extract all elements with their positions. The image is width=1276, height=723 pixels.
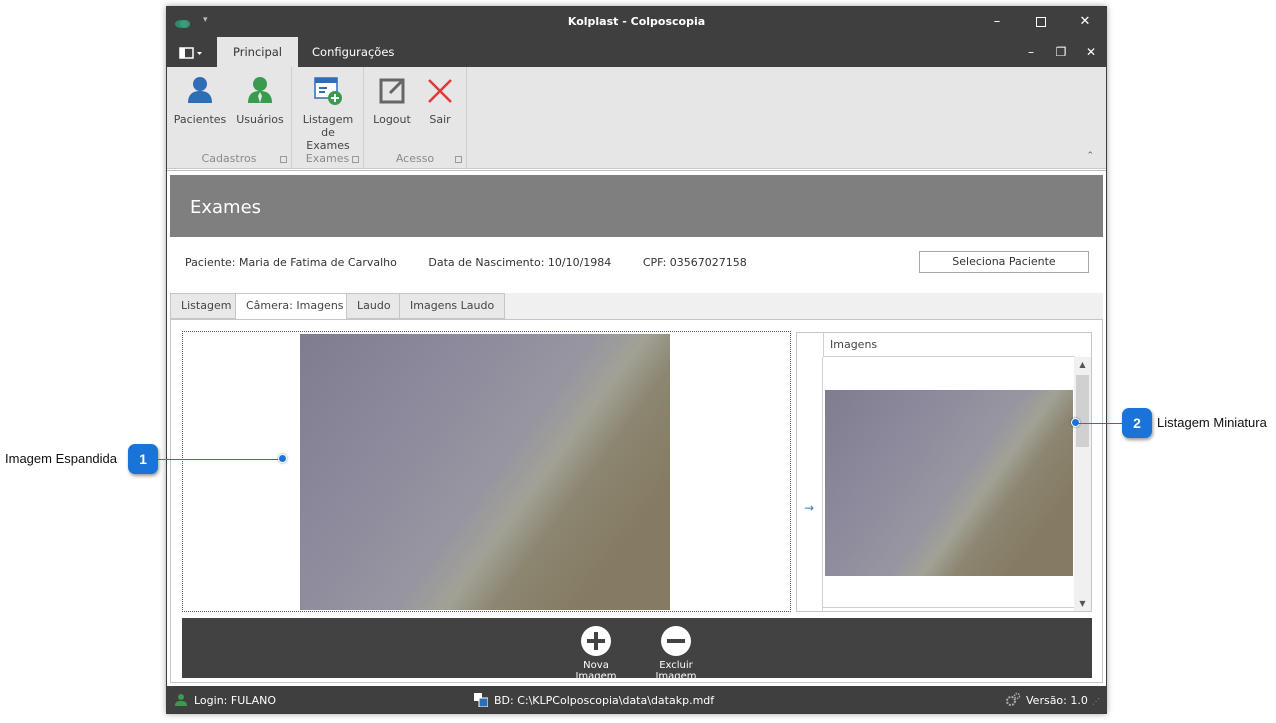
login-status: Login: FULANO [194,694,277,707]
version-label: Versão: 1.0 [1026,694,1088,707]
minus-icon [661,626,691,656]
patient-cpf: CPF: 03567027158 [642,256,747,269]
delete-image-button[interactable]: Excluir Imagem [641,626,711,682]
resize-grip-icon[interactable]: ⋰ [1092,697,1100,706]
expanded-image-viewer[interactable] [182,331,791,612]
group-launcher-acesso[interactable] [455,156,462,163]
callout-2-line [1076,423,1123,424]
ribbon-group-acesso: Logout Sair Acesso [364,67,467,169]
close-window-button[interactable]: ✕ [1063,7,1106,37]
exam-tabs: Listagem Câmera: Imagens Laudo Imagens L… [170,293,1103,320]
scrollbar-thumb[interactable] [1076,375,1089,447]
callout-2-label: Listagem Miniatura [1157,415,1267,430]
callout-1-label: Imagem Espandida [5,451,118,466]
thumbnail-column-header[interactable]: Imagens [823,333,1075,357]
ribbon-tab-bar: Principal Configurações [167,37,1106,67]
database-path: BD: C:\KLPColposcopia\data\datakp.mdf [494,694,715,707]
page-title: Exames [170,175,1103,237]
ribbon: Pacientes Usuários Cadastros Listagem de… [167,67,1106,169]
tab-configuracoes[interactable]: Configurações [296,37,410,67]
tab-laudo[interactable]: Laudo [346,293,402,319]
patient-name: Paciente: Maria de Fatima de Carvalho [185,256,397,269]
callout-1-dot [278,454,287,463]
expanded-image [300,334,670,610]
list-add-icon [314,77,342,105]
listagem-exames-button[interactable]: Listagem de Exames [298,75,358,152]
new-image-button[interactable]: Nova Imagem [564,626,628,682]
image-toolbar: Nova Imagem Excluir Imagem [182,618,1092,682]
mdi-restore-button[interactable]: ❐ [1051,45,1071,59]
group-launcher-exames[interactable] [352,156,359,163]
tab-camera-imagens[interactable]: Câmera: Imagens [235,293,355,320]
settings-gears-icon [1005,692,1021,709]
callout-1-line [158,459,283,460]
logout-icon [379,78,405,104]
sair-button[interactable]: Sair [418,75,462,126]
thumbnail-image[interactable] [825,390,1073,576]
callout-2-badge: 2 [1122,408,1152,438]
logout-button[interactable]: Logout [368,75,416,126]
app-window: ▾ Kolplast - Colposcopia – ✕ Principal C… [166,6,1107,714]
pacientes-button[interactable]: Pacientes [173,75,227,126]
close-icon [428,79,452,103]
ribbon-group-cadastros: Pacientes Usuários Cadastros [167,67,292,169]
thumbnail-list: Imagens → ▲ ▼ [796,332,1092,612]
scroll-up-icon[interactable]: ▲ [1074,360,1091,369]
maximize-button[interactable] [1019,7,1063,37]
application-menu-button[interactable] [173,43,205,63]
thumbnail-scrollbar[interactable]: ▲ ▼ [1074,357,1091,611]
minimize-button[interactable]: – [975,7,1019,37]
new-image-label: Nova Imagem [575,660,617,682]
tab-principal[interactable]: Principal [217,37,299,67]
callout-1-badge: 1 [128,444,158,474]
main-content: Exames Paciente: Maria de Fatima de Carv… [167,170,1106,685]
group-label-cadastros: Cadastros [201,152,257,165]
title-bar: ▾ Kolplast - Colposcopia – ✕ [167,7,1106,37]
camera-images-panel: Imagens → ▲ ▼ Nova Imagem Excluir Imagem [170,319,1103,683]
listagem-exames-label: Listagem de Exames [302,113,354,152]
pacientes-label: Pacientes [173,113,227,126]
status-bar: Login: FULANO BD: C:\KLPColposcopia\data… [167,686,1106,713]
database-icon [474,693,489,710]
usuarios-label: Usuários [236,113,284,126]
ribbon-group-exames: Listagem de Exames Exames [292,67,364,169]
mdi-minimize-button[interactable]: – [1021,45,1041,59]
sair-label: Sair [429,113,451,126]
ribbon-collapse-icon[interactable]: ⌃ [1086,151,1094,161]
logout-label: Logout [373,113,411,126]
login-user-icon [175,693,187,709]
menu-icon [179,47,202,59]
delete-image-label: Excluir Imagem [655,660,697,682]
tab-listagem[interactable]: Listagem [170,293,243,319]
usuarios-button[interactable]: Usuários [233,75,287,126]
person-icon [188,77,212,103]
row-indicator: → [797,357,823,611]
user-icon [248,77,272,103]
row-separator [823,607,1075,608]
tab-imagens-laudo[interactable]: Imagens Laudo [399,293,506,319]
current-row-arrow-icon: → [804,501,815,515]
select-patient-button[interactable]: Seleciona Paciente [919,251,1089,273]
group-launcher-cadastros[interactable] [280,156,287,163]
mdi-close-button[interactable]: ✕ [1081,45,1101,59]
group-label-acesso: Acesso [395,152,435,165]
scroll-down-icon[interactable]: ▼ [1074,599,1091,608]
plus-icon [581,626,611,656]
patient-info: Paciente: Maria de Fatima de Carvalho Da… [185,256,775,269]
window-title: Kolplast - Colposcopia [567,15,706,28]
patient-birthdate: Data de Nascimento: 10/10/1984 [428,256,612,269]
